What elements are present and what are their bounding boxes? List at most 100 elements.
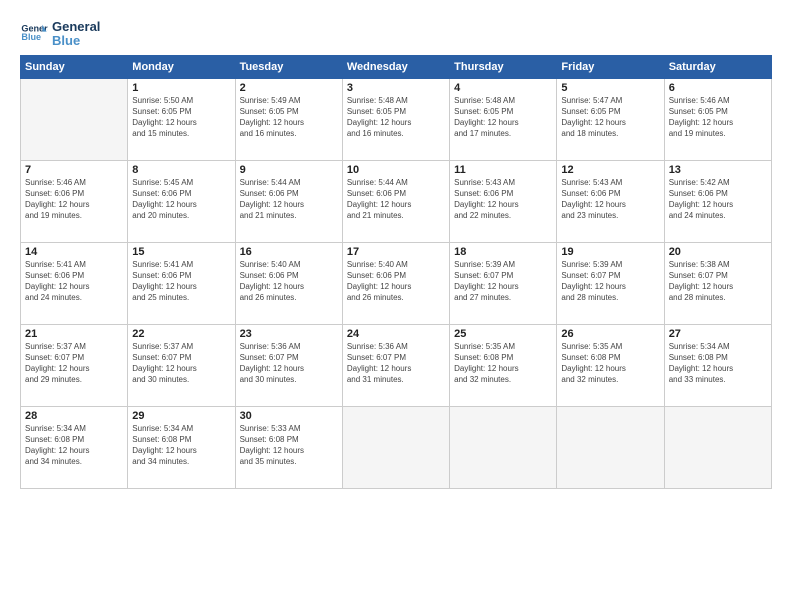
day-info: Sunrise: 5:33 AM Sunset: 6:08 PM Dayligh…: [240, 423, 338, 468]
day-info: Sunrise: 5:48 AM Sunset: 6:05 PM Dayligh…: [454, 95, 552, 140]
day-number: 25: [454, 328, 552, 340]
day-number: 11: [454, 164, 552, 176]
day-info: Sunrise: 5:40 AM Sunset: 6:06 PM Dayligh…: [240, 259, 338, 304]
day-number: 18: [454, 246, 552, 258]
day-number: 28: [25, 410, 123, 422]
day-number: 21: [25, 328, 123, 340]
day-number: 24: [347, 328, 445, 340]
calendar-cell: 5Sunrise: 5:47 AM Sunset: 6:05 PM Daylig…: [557, 78, 664, 160]
day-number: 19: [561, 246, 659, 258]
calendar-cell: 2Sunrise: 5:49 AM Sunset: 6:05 PM Daylig…: [235, 78, 342, 160]
calendar-cell: 13Sunrise: 5:42 AM Sunset: 6:06 PM Dayli…: [664, 160, 771, 242]
day-info: Sunrise: 5:43 AM Sunset: 6:06 PM Dayligh…: [561, 177, 659, 222]
day-number: 4: [454, 82, 552, 94]
week-row-2: 7Sunrise: 5:46 AM Sunset: 6:06 PM Daylig…: [21, 160, 772, 242]
day-info: Sunrise: 5:46 AM Sunset: 6:06 PM Dayligh…: [25, 177, 123, 222]
day-info: Sunrise: 5:44 AM Sunset: 6:06 PM Dayligh…: [347, 177, 445, 222]
day-info: Sunrise: 5:38 AM Sunset: 6:07 PM Dayligh…: [669, 259, 767, 304]
calendar-cell: 12Sunrise: 5:43 AM Sunset: 6:06 PM Dayli…: [557, 160, 664, 242]
day-number: 9: [240, 164, 338, 176]
week-row-1: 1Sunrise: 5:50 AM Sunset: 6:05 PM Daylig…: [21, 78, 772, 160]
day-info: Sunrise: 5:35 AM Sunset: 6:08 PM Dayligh…: [561, 341, 659, 386]
calendar-cell: [21, 78, 128, 160]
calendar-cell: 14Sunrise: 5:41 AM Sunset: 6:06 PM Dayli…: [21, 242, 128, 324]
logo: General Blue General Blue: [20, 18, 100, 49]
day-info: Sunrise: 5:39 AM Sunset: 6:07 PM Dayligh…: [561, 259, 659, 304]
day-info: Sunrise: 5:50 AM Sunset: 6:05 PM Dayligh…: [132, 95, 230, 140]
day-info: Sunrise: 5:36 AM Sunset: 6:07 PM Dayligh…: [347, 341, 445, 386]
weekday-header-tuesday: Tuesday: [235, 55, 342, 78]
day-info: Sunrise: 5:34 AM Sunset: 6:08 PM Dayligh…: [132, 423, 230, 468]
weekday-header-friday: Friday: [557, 55, 664, 78]
calendar-cell: 6Sunrise: 5:46 AM Sunset: 6:05 PM Daylig…: [664, 78, 771, 160]
day-info: Sunrise: 5:34 AM Sunset: 6:08 PM Dayligh…: [669, 341, 767, 386]
calendar-cell: 19Sunrise: 5:39 AM Sunset: 6:07 PM Dayli…: [557, 242, 664, 324]
weekday-header-sunday: Sunday: [21, 55, 128, 78]
day-info: Sunrise: 5:37 AM Sunset: 6:07 PM Dayligh…: [25, 341, 123, 386]
day-info: Sunrise: 5:41 AM Sunset: 6:06 PM Dayligh…: [132, 259, 230, 304]
day-info: Sunrise: 5:34 AM Sunset: 6:08 PM Dayligh…: [25, 423, 123, 468]
calendar-cell: [664, 406, 771, 488]
day-info: Sunrise: 5:44 AM Sunset: 6:06 PM Dayligh…: [240, 177, 338, 222]
calendar-cell: [342, 406, 449, 488]
day-info: Sunrise: 5:49 AM Sunset: 6:05 PM Dayligh…: [240, 95, 338, 140]
day-number: 27: [669, 328, 767, 340]
calendar-cell: 26Sunrise: 5:35 AM Sunset: 6:08 PM Dayli…: [557, 324, 664, 406]
calendar-cell: 3Sunrise: 5:48 AM Sunset: 6:05 PM Daylig…: [342, 78, 449, 160]
header: General Blue General Blue: [20, 18, 772, 49]
calendar-cell: 21Sunrise: 5:37 AM Sunset: 6:07 PM Dayli…: [21, 324, 128, 406]
calendar-cell: 17Sunrise: 5:40 AM Sunset: 6:06 PM Dayli…: [342, 242, 449, 324]
day-number: 1: [132, 82, 230, 94]
day-info: Sunrise: 5:41 AM Sunset: 6:06 PM Dayligh…: [25, 259, 123, 304]
day-number: 3: [347, 82, 445, 94]
day-number: 16: [240, 246, 338, 258]
weekday-header-thursday: Thursday: [450, 55, 557, 78]
calendar-cell: 18Sunrise: 5:39 AM Sunset: 6:07 PM Dayli…: [450, 242, 557, 324]
day-info: Sunrise: 5:48 AM Sunset: 6:05 PM Dayligh…: [347, 95, 445, 140]
calendar-cell: 1Sunrise: 5:50 AM Sunset: 6:05 PM Daylig…: [128, 78, 235, 160]
day-number: 13: [669, 164, 767, 176]
day-number: 12: [561, 164, 659, 176]
calendar-cell: 25Sunrise: 5:35 AM Sunset: 6:08 PM Dayli…: [450, 324, 557, 406]
day-info: Sunrise: 5:37 AM Sunset: 6:07 PM Dayligh…: [132, 341, 230, 386]
logo-icon: General Blue: [20, 19, 48, 47]
weekday-header-row: SundayMondayTuesdayWednesdayThursdayFrid…: [21, 55, 772, 78]
calendar-cell: 16Sunrise: 5:40 AM Sunset: 6:06 PM Dayli…: [235, 242, 342, 324]
day-info: Sunrise: 5:43 AM Sunset: 6:06 PM Dayligh…: [454, 177, 552, 222]
calendar-cell: 23Sunrise: 5:36 AM Sunset: 6:07 PM Dayli…: [235, 324, 342, 406]
day-info: Sunrise: 5:35 AM Sunset: 6:08 PM Dayligh…: [454, 341, 552, 386]
day-number: 17: [347, 246, 445, 258]
calendar-table: SundayMondayTuesdayWednesdayThursdayFrid…: [20, 55, 772, 489]
calendar-cell: 8Sunrise: 5:45 AM Sunset: 6:06 PM Daylig…: [128, 160, 235, 242]
day-number: 22: [132, 328, 230, 340]
svg-text:Blue: Blue: [21, 32, 41, 42]
day-info: Sunrise: 5:46 AM Sunset: 6:05 PM Dayligh…: [669, 95, 767, 140]
week-row-5: 28Sunrise: 5:34 AM Sunset: 6:08 PM Dayli…: [21, 406, 772, 488]
day-number: 29: [132, 410, 230, 422]
day-info: Sunrise: 5:40 AM Sunset: 6:06 PM Dayligh…: [347, 259, 445, 304]
day-number: 23: [240, 328, 338, 340]
day-info: Sunrise: 5:42 AM Sunset: 6:06 PM Dayligh…: [669, 177, 767, 222]
logo-blue: Blue: [52, 34, 100, 48]
day-number: 26: [561, 328, 659, 340]
calendar-cell: 10Sunrise: 5:44 AM Sunset: 6:06 PM Dayli…: [342, 160, 449, 242]
day-number: 8: [132, 164, 230, 176]
calendar-cell: 24Sunrise: 5:36 AM Sunset: 6:07 PM Dayli…: [342, 324, 449, 406]
page: General Blue General Blue SundayMondayTu…: [0, 0, 792, 612]
day-info: Sunrise: 5:47 AM Sunset: 6:05 PM Dayligh…: [561, 95, 659, 140]
day-info: Sunrise: 5:39 AM Sunset: 6:07 PM Dayligh…: [454, 259, 552, 304]
calendar-cell: 7Sunrise: 5:46 AM Sunset: 6:06 PM Daylig…: [21, 160, 128, 242]
calendar-cell: 20Sunrise: 5:38 AM Sunset: 6:07 PM Dayli…: [664, 242, 771, 324]
day-info: Sunrise: 5:45 AM Sunset: 6:06 PM Dayligh…: [132, 177, 230, 222]
calendar-cell: 15Sunrise: 5:41 AM Sunset: 6:06 PM Dayli…: [128, 242, 235, 324]
day-number: 6: [669, 82, 767, 94]
day-number: 7: [25, 164, 123, 176]
calendar-cell: 22Sunrise: 5:37 AM Sunset: 6:07 PM Dayli…: [128, 324, 235, 406]
day-number: 10: [347, 164, 445, 176]
calendar-cell: 9Sunrise: 5:44 AM Sunset: 6:06 PM Daylig…: [235, 160, 342, 242]
calendar-cell: 28Sunrise: 5:34 AM Sunset: 6:08 PM Dayli…: [21, 406, 128, 488]
day-info: Sunrise: 5:36 AM Sunset: 6:07 PM Dayligh…: [240, 341, 338, 386]
logo-general: General: [52, 20, 100, 34]
day-number: 30: [240, 410, 338, 422]
week-row-4: 21Sunrise: 5:37 AM Sunset: 6:07 PM Dayli…: [21, 324, 772, 406]
